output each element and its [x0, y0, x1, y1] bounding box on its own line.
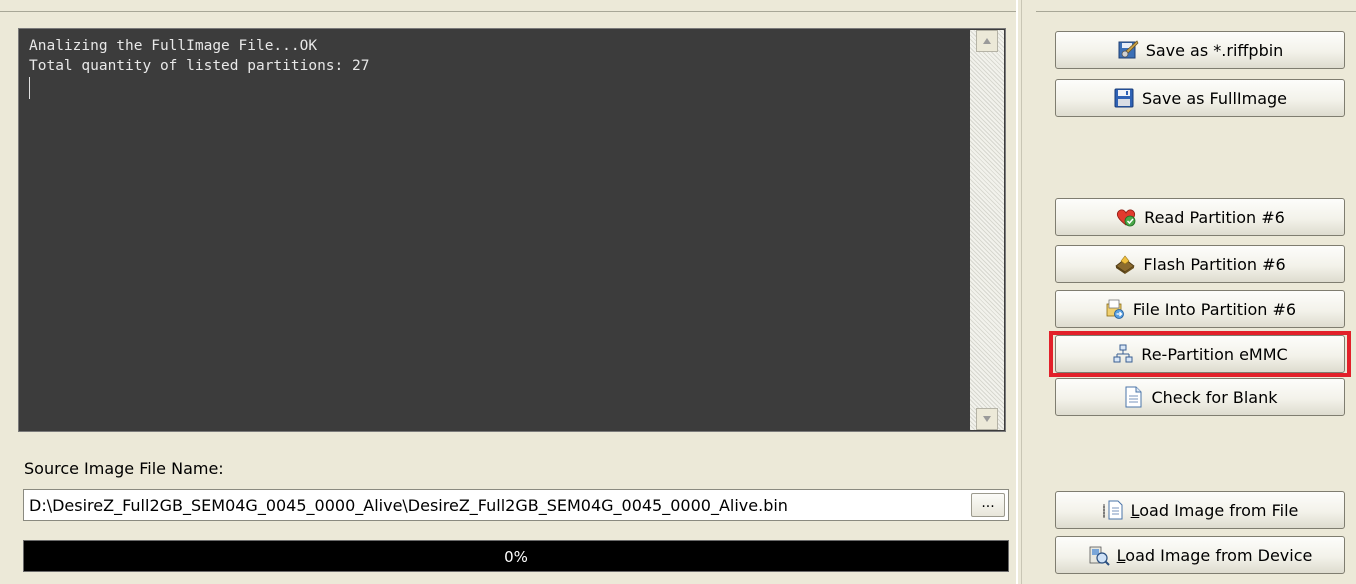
device-search-icon	[1088, 544, 1110, 566]
file-import-icon	[1104, 298, 1126, 320]
save-riffpbin-label: Save as *.riffpbin	[1145, 40, 1284, 60]
file-load-icon	[1102, 499, 1124, 521]
arrow-up-icon	[983, 38, 991, 44]
flash-partition-button[interactable]: Flash Partition #6	[1055, 245, 1345, 283]
load-image-device-button[interactable]: Load Image from Device	[1055, 536, 1345, 574]
file-into-partition-label: File Into Partition #6	[1132, 299, 1297, 319]
load-device-label-rest: oad Image from Device	[1125, 545, 1313, 565]
right-top-divider-line	[1036, 11, 1356, 12]
scroll-down-button[interactable]	[976, 408, 998, 430]
log-console[interactable]: Analizing the FullImage File...OK Total q…	[18, 28, 1006, 432]
repartition-emmc-label: Re-Partition eMMC	[1141, 344, 1288, 364]
progress-bar: 0%	[23, 540, 1009, 572]
save-fullimage-button[interactable]: Save as FullImage	[1055, 79, 1345, 117]
save-riffpbin-button[interactable]: Save as *.riffpbin	[1055, 31, 1345, 69]
read-partition-label: Read Partition #6	[1144, 207, 1285, 227]
source-path-field[interactable]: D:\DesireZ_Full2GB_SEM04G_0045_0000_Aliv…	[23, 489, 1009, 521]
arrow-down-icon	[983, 416, 991, 422]
console-line-1: Analizing the FullImage File...OK	[29, 38, 318, 54]
load-image-file-button[interactable]: Load Image from File	[1055, 491, 1345, 529]
floppy-disk-icon	[1113, 87, 1135, 109]
top-divider-line	[0, 11, 1016, 12]
load-file-label-rest: oad Image from File	[1139, 500, 1299, 520]
check-blank-button[interactable]: Check for Blank	[1055, 378, 1345, 416]
file-into-partition-button[interactable]: File Into Partition #6	[1055, 290, 1345, 328]
progress-text: 0%	[504, 548, 528, 566]
load-device-mnemonic: L	[1116, 545, 1126, 565]
load-image-file-label: Load Image from File	[1131, 501, 1299, 520]
scroll-up-button[interactable]	[976, 30, 998, 52]
source-path-text: D:\DesireZ_Full2GB_SEM04G_0045_0000_Aliv…	[29, 496, 788, 515]
source-file-label: Source Image File Name:	[24, 459, 224, 478]
console-line-2: Total quantity of listed partitions: 27	[29, 58, 370, 74]
console-text: Analizing the FullImage File...OK Total q…	[29, 36, 969, 76]
text-caret	[29, 77, 30, 99]
document-icon	[1122, 386, 1144, 408]
save-fullimage-label: Save as FullImage	[1141, 88, 1288, 108]
wrench-save-icon	[1117, 39, 1139, 61]
panel-divider	[1016, 0, 1018, 584]
check-blank-label: Check for Blank	[1151, 387, 1278, 407]
flash-partition-label: Flash Partition #6	[1143, 254, 1286, 274]
console-scrollbar[interactable]	[970, 30, 1004, 430]
browse-button[interactable]: ...	[971, 493, 1005, 517]
read-partition-button[interactable]: Read Partition #6	[1055, 198, 1345, 236]
load-image-device-label: Load Image from Device	[1117, 546, 1313, 565]
chip-flash-icon	[1114, 253, 1136, 275]
load-file-mnemonic: L	[1130, 500, 1140, 520]
network-tree-icon	[1112, 343, 1134, 365]
repartition-emmc-button[interactable]: Re-Partition eMMC	[1055, 335, 1345, 373]
heart-read-icon	[1115, 206, 1137, 228]
